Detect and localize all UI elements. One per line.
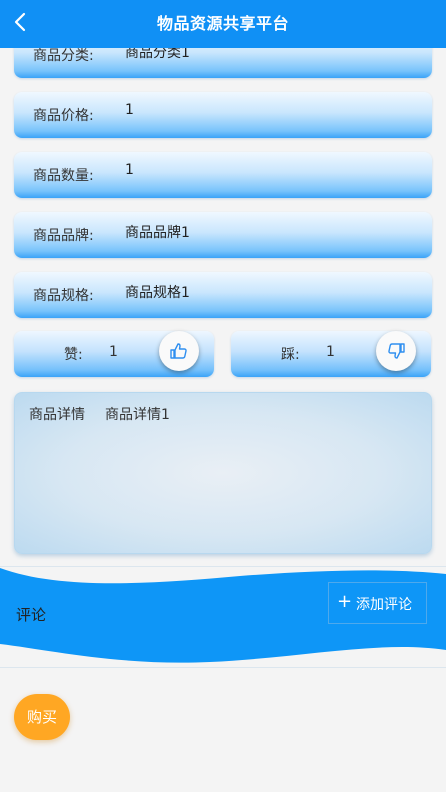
dislike-count: 1 — [326, 344, 335, 360]
dislike-box: 踩: 1 — [231, 331, 431, 377]
field-label-category: 商品分类: — [33, 48, 94, 64]
like-label: 赞: — [64, 347, 83, 363]
dislike-button[interactable] — [376, 331, 416, 371]
add-comment-label: 添加评论 — [356, 597, 412, 613]
like-box: 赞: 1 — [14, 331, 214, 377]
thumbs-down-icon — [388, 343, 405, 359]
field-label-brand: 商品品牌: — [33, 228, 94, 244]
field-row-price: 商品价格: 1 — [14, 92, 432, 138]
field-value-price: 1 — [125, 102, 134, 118]
detail-value: 商品详情1 — [105, 407, 170, 423]
field-value-spec: 商品规格1 — [125, 285, 190, 301]
comment-label: 评论 — [16, 606, 47, 624]
divider-bottom — [0, 667, 446, 668]
like-count: 1 — [109, 344, 118, 360]
field-row-quantity: 商品数量: 1 — [14, 152, 432, 198]
field-value-brand: 商品品牌1 — [125, 225, 190, 241]
product-detail-box: 商品详情 商品详情1 — [14, 392, 432, 554]
detail-label: 商品详情 — [29, 407, 85, 423]
plus-icon: + — [337, 591, 353, 612]
top-nav-bar: 物品资源共享平台 — [0, 0, 446, 48]
field-label-quantity: 商品数量: — [33, 168, 94, 184]
page-title: 物品资源共享平台 — [156, 14, 289, 33]
thumbs-up-icon — [170, 343, 187, 359]
field-row-spec: 商品规格: 商品规格1 — [14, 272, 432, 318]
dislike-label: 踩: — [281, 347, 300, 363]
buy-button[interactable]: 购买 — [14, 694, 70, 740]
add-comment-button[interactable]: + 添加评论 — [328, 582, 427, 624]
field-value-quantity: 1 — [125, 162, 134, 178]
field-label-price: 商品价格: — [33, 108, 94, 124]
field-row-brand: 商品品牌: 商品品牌1 — [14, 212, 432, 258]
field-label-spec: 商品规格: — [33, 288, 94, 304]
like-button[interactable] — [159, 331, 199, 371]
